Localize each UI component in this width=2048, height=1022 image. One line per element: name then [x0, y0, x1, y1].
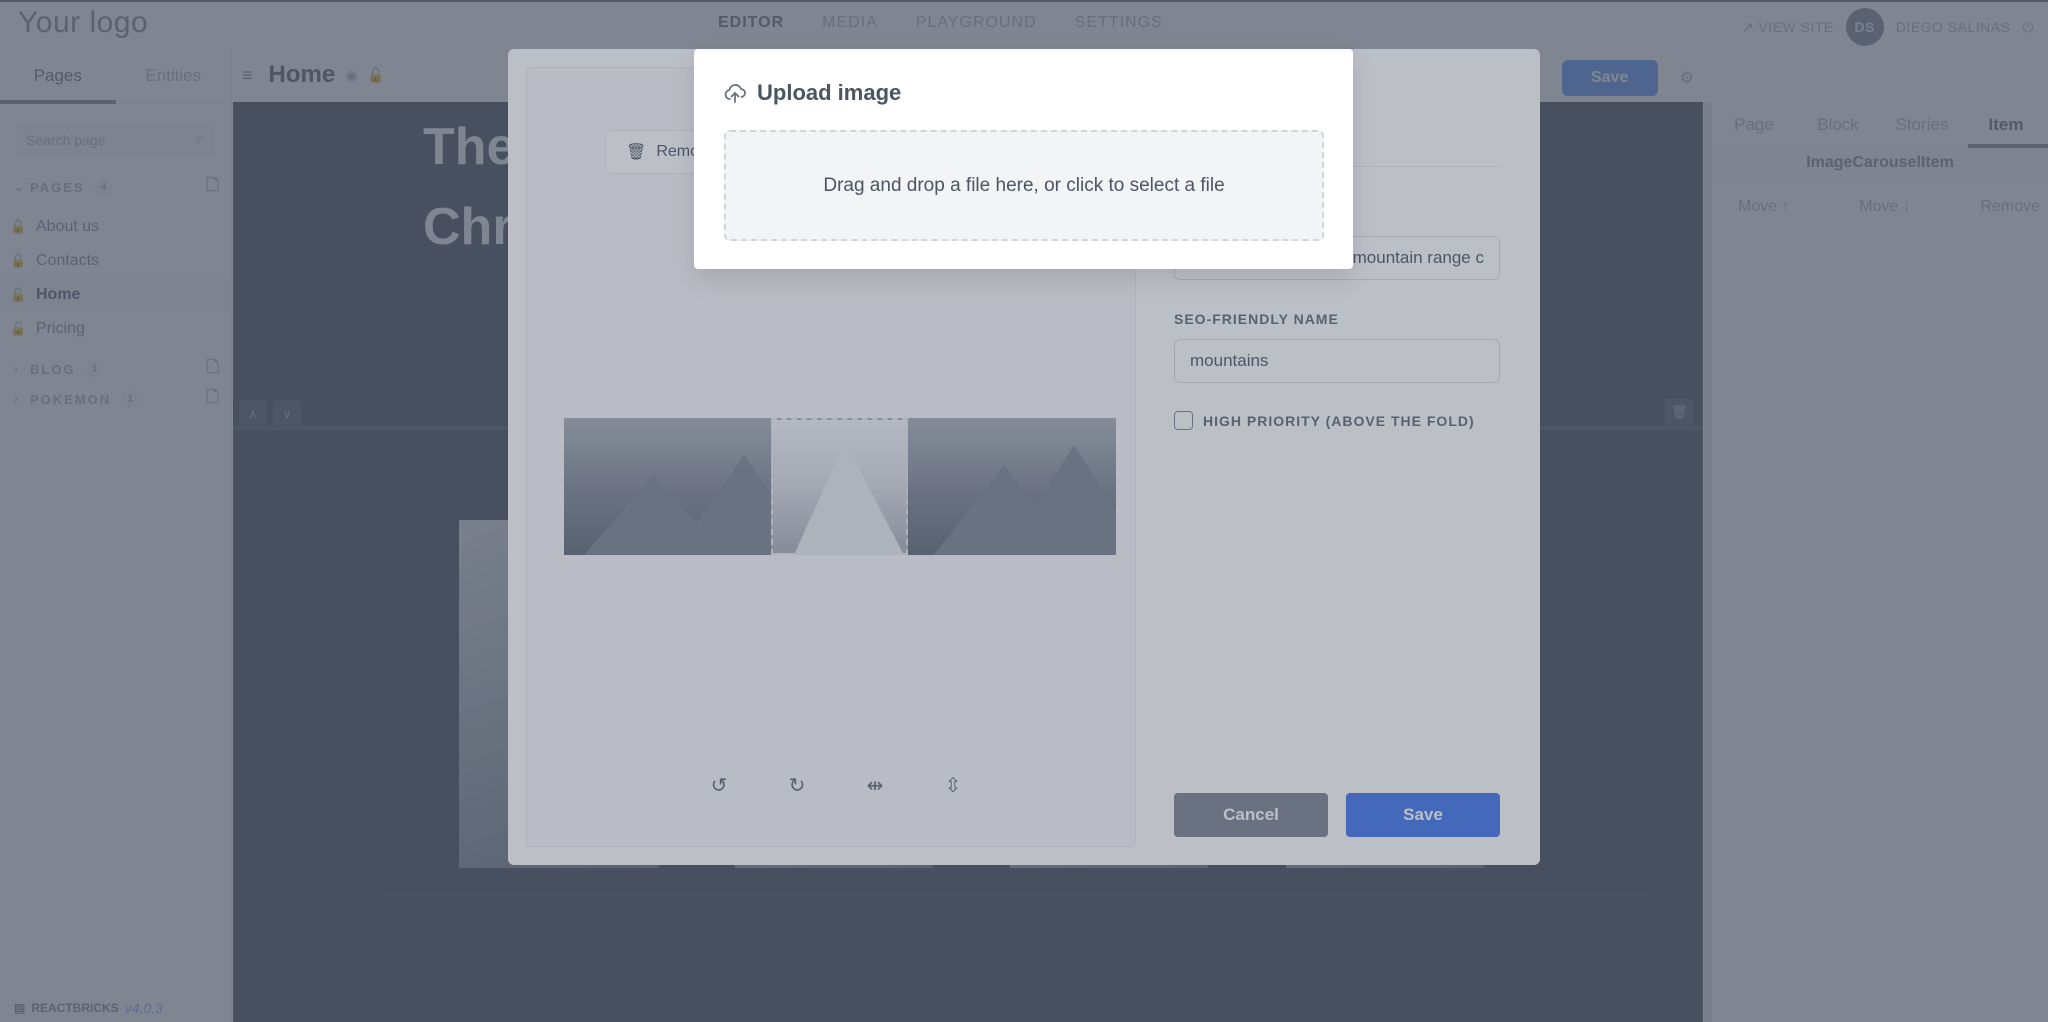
dropzone-text: Drag and drop a file here, or click to s… — [823, 174, 1225, 196]
upload-modal-header: Upload image — [723, 80, 901, 106]
cloud-upload-icon — [724, 84, 746, 103]
upload-modal-title: Upload image — [757, 80, 902, 105]
upload-image-modal: Upload image Drag and drop a file here, … — [694, 49, 1353, 269]
file-dropzone[interactable]: Drag and drop a file here, or click to s… — [724, 130, 1324, 241]
